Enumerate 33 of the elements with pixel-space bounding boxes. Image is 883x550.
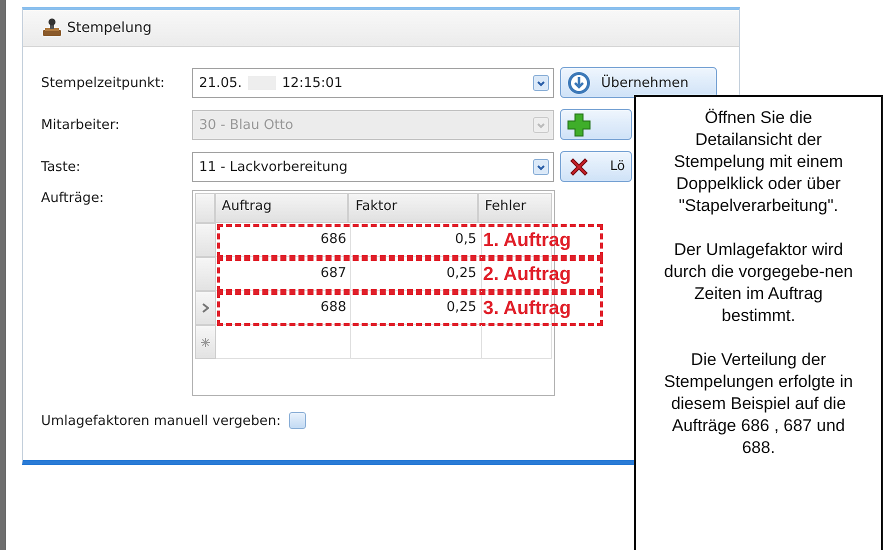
field-label: Stempelzeitpunkt:: [41, 74, 166, 90]
annotation-label: 3. Auftrag: [483, 298, 571, 320]
annotation-label: 2. Auftrag: [483, 264, 571, 286]
plus-icon: [567, 112, 591, 136]
corner-header: [195, 193, 215, 223]
table-cell: 0,25: [351, 291, 482, 325]
column-header[interactable]: Faktor: [348, 193, 478, 223]
panel-title: Stempelung: [67, 20, 152, 36]
field-label: Taste:: [41, 158, 82, 174]
field-label: Aufträge:: [41, 190, 105, 208]
table-cell: 0,5: [351, 223, 482, 257]
dropdown-field[interactable]: 21.05. 12:15:01: [192, 68, 554, 98]
note-text: Öffnen Sie die Detailansicht der Stempelung mit einem Doppelklick oder über "Stapelverarbeitung".: [672, 107, 844, 217]
action-button[interactable]: [560, 109, 632, 140]
action-button[interactable]: Lö: [560, 151, 632, 182]
table-cell: 688: [216, 291, 352, 325]
action-button[interactable]: Übernehmen: [560, 67, 717, 98]
field-label: Mitarbeiter:: [41, 116, 121, 132]
table-cell: 687: [216, 257, 352, 291]
column-header[interactable]: Fehler: [478, 193, 552, 223]
table-cell: 686: [216, 223, 352, 257]
dropdown-field[interactable]: 11 - Lackvorbereitung: [192, 152, 554, 182]
note-text: Der Umlagefaktor wird durch die vorgegebe-nen Zeiten im Auftrag bestimmt.: [662, 239, 854, 327]
note-text: Die Verteilung der Stempelungen erfolgte in diesem Beispiel auf die Aufträge 686 , 687 und 688.: [662, 349, 854, 459]
row-header[interactable]: [195, 291, 216, 325]
checkbox-label: Umlagefaktoren manuell vergeben:: [41, 412, 281, 428]
row-header[interactable]: [195, 325, 216, 359]
new-row-icon: [201, 338, 210, 346]
table-cell: 0,25: [351, 257, 482, 291]
checkbox[interactable]: [288, 412, 306, 429]
column-header[interactable]: Auftrag: [214, 193, 348, 223]
stamp-icon: [41, 18, 63, 38]
annotation-label: 1. Auftrag: [483, 230, 571, 252]
